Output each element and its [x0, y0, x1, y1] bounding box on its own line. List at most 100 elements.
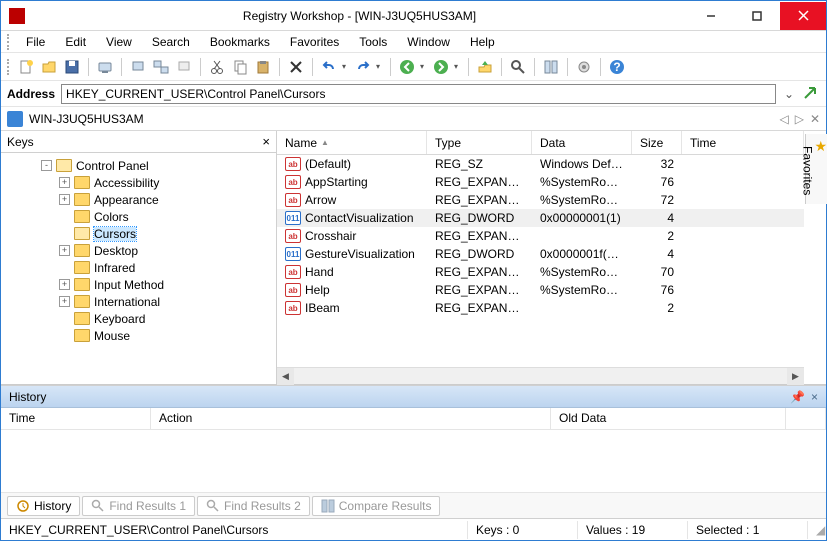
expand-icon[interactable]: +: [59, 279, 70, 290]
menu-window[interactable]: Window: [398, 33, 459, 51]
forward-dropdown[interactable]: ▾: [454, 62, 462, 71]
close-button[interactable]: [780, 2, 826, 30]
hist-col-action[interactable]: Action: [151, 408, 551, 429]
undo-dropdown[interactable]: ▾: [342, 62, 350, 71]
tab-find1[interactable]: Find Results 1: [82, 496, 195, 516]
next-doc-icon[interactable]: ▷: [795, 112, 804, 126]
tree-node[interactable]: Mouse: [3, 327, 274, 344]
tree-node[interactable]: +Input Method: [3, 276, 274, 293]
menu-search[interactable]: Search: [143, 33, 199, 51]
scroll-left-icon[interactable]: ◀: [277, 368, 294, 385]
forward-icon[interactable]: [431, 57, 451, 77]
address-dropdown-icon[interactable]: ⌄: [782, 87, 796, 101]
resize-grip-icon[interactable]: ◢: [808, 521, 826, 539]
tree-node[interactable]: Colors: [3, 208, 274, 225]
tree-node[interactable]: Cursors: [3, 225, 274, 242]
tree-node[interactable]: Keyboard: [3, 310, 274, 327]
compare-icon[interactable]: [541, 57, 561, 77]
address-input[interactable]: [61, 84, 776, 104]
paste-icon[interactable]: [253, 57, 273, 77]
redo-dropdown[interactable]: ▾: [376, 62, 384, 71]
tree-node[interactable]: +International: [3, 293, 274, 310]
undo-icon[interactable]: [319, 57, 339, 77]
value-row[interactable]: abIBeamREG_EXPAND_...2: [277, 299, 804, 317]
col-name[interactable]: Name▲: [277, 131, 427, 154]
tab-find2[interactable]: Find Results 2: [197, 496, 310, 516]
connect-icon[interactable]: [95, 57, 115, 77]
help-icon[interactable]: ?: [607, 57, 627, 77]
back-icon[interactable]: [397, 57, 417, 77]
col-type[interactable]: Type: [427, 131, 532, 154]
col-time[interactable]: Time: [682, 131, 804, 154]
value-name: IBeam: [305, 301, 340, 315]
menu-grip[interactable]: [7, 34, 11, 50]
menu-bookmarks[interactable]: Bookmarks: [201, 33, 279, 51]
menu-help[interactable]: Help: [461, 33, 504, 51]
history-close-icon[interactable]: ×: [811, 390, 818, 404]
back-dropdown[interactable]: ▾: [420, 62, 428, 71]
tree-node[interactable]: + Accessibility: [3, 174, 274, 191]
scroll-right-icon[interactable]: ▶: [787, 368, 804, 385]
tree-node[interactable]: +Appearance: [3, 191, 274, 208]
up-icon[interactable]: [475, 57, 495, 77]
values-hscroll[interactable]: ◀ ▶: [277, 367, 804, 384]
history-body[interactable]: [1, 430, 826, 492]
close-doc-icon[interactable]: ✕: [810, 112, 820, 126]
hist-col-time[interactable]: Time: [1, 408, 151, 429]
remote-machine-icon[interactable]: [151, 57, 171, 77]
menu-file[interactable]: File: [17, 33, 54, 51]
tab-compare[interactable]: Compare Results: [312, 496, 441, 516]
value-name: Hand: [305, 265, 334, 279]
local-machine-icon[interactable]: [128, 57, 148, 77]
copy-icon[interactable]: [230, 57, 250, 77]
delete-icon[interactable]: [286, 57, 306, 77]
minimize-button[interactable]: [688, 2, 734, 30]
save-icon[interactable]: [62, 57, 82, 77]
expand-icon[interactable]: +: [59, 177, 70, 188]
maximize-button[interactable]: [734, 2, 780, 30]
keys-tree[interactable]: -Control Panel+Accessibility+AppearanceC…: [1, 153, 276, 384]
values-list[interactable]: ab(Default)REG_SZWindows Defa...32abAppS…: [277, 155, 804, 367]
expand-icon[interactable]: +: [59, 245, 70, 256]
tree-node[interactable]: -Control Panel: [3, 157, 274, 174]
toolbar: ▾ ▾ ▾ ▾ ?: [1, 53, 826, 81]
expand-icon[interactable]: +: [59, 194, 70, 205]
tree-node-label: Infrared: [94, 261, 135, 275]
find-icon[interactable]: [508, 57, 528, 77]
value-row[interactable]: 011ContactVisualizationREG_DWORD0x000000…: [277, 209, 804, 227]
redo-icon[interactable]: [353, 57, 373, 77]
favorites-tab[interactable]: ★ Favorites: [805, 134, 827, 204]
value-row[interactable]: abHandREG_EXPAND_...%SystemRoot...70: [277, 263, 804, 281]
value-row[interactable]: abHelpREG_EXPAND_...%SystemRoot...76: [277, 281, 804, 299]
value-row[interactable]: 011GestureVisualizationREG_DWORD0x000000…: [277, 245, 804, 263]
keys-close-icon[interactable]: ×: [262, 134, 270, 149]
value-row[interactable]: abCrosshairREG_EXPAND_...2: [277, 227, 804, 245]
col-size[interactable]: Size: [632, 131, 682, 154]
menu-view[interactable]: View: [97, 33, 141, 51]
tree-node[interactable]: Infrared: [3, 259, 274, 276]
value-row[interactable]: abAppStartingREG_EXPAND_...%SystemRoot..…: [277, 173, 804, 191]
pin-icon[interactable]: 📌: [790, 390, 805, 404]
cut-icon[interactable]: [207, 57, 227, 77]
value-row[interactable]: abArrowREG_EXPAND_...%SystemRoot...72: [277, 191, 804, 209]
prev-doc-icon[interactable]: ◁: [779, 112, 788, 126]
open-icon[interactable]: [39, 57, 59, 77]
hist-col-old[interactable]: Old Data: [551, 408, 786, 429]
disconnect-icon[interactable]: [174, 57, 194, 77]
new-icon[interactable]: [16, 57, 36, 77]
collapse-icon[interactable]: -: [41, 160, 52, 171]
menu-edit[interactable]: Edit: [56, 33, 95, 51]
expand-icon[interactable]: +: [59, 296, 70, 307]
value-name: AppStarting: [305, 175, 368, 189]
settings-icon[interactable]: [574, 57, 594, 77]
toolbar-grip[interactable]: [7, 59, 11, 75]
col-data[interactable]: Data: [532, 131, 632, 154]
menu-favorites[interactable]: Favorites: [281, 33, 348, 51]
menu-tools[interactable]: Tools: [350, 33, 396, 51]
go-icon[interactable]: [802, 85, 820, 103]
tree-node[interactable]: +Desktop: [3, 242, 274, 259]
value-row[interactable]: ab(Default)REG_SZWindows Defa...32: [277, 155, 804, 173]
tree-node-label: Accessibility: [94, 176, 159, 190]
tab-history[interactable]: History: [7, 496, 80, 516]
title-bar: Registry Workshop - [WIN-J3UQ5HUS3AM]: [1, 1, 826, 31]
